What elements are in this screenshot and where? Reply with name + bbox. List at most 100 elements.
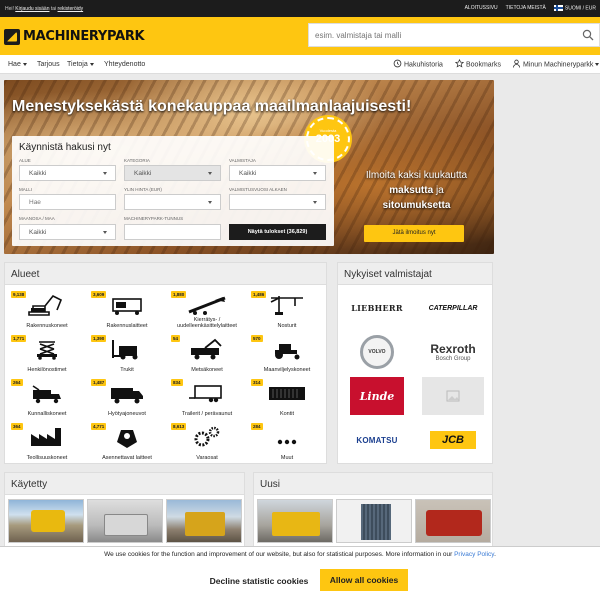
category-tractor[interactable]: 570 Maanviljelyskoneet [247,334,327,378]
category-label: Trukit [120,367,134,373]
or-text: tai [50,6,57,12]
allow-cookies-button[interactable]: Allow all cookies [320,569,408,591]
brand-komatsu[interactable]: KOMATSU [346,421,408,459]
new-listing-image[interactable] [415,499,491,543]
search-history-link[interactable]: Hakuhistoria [393,59,443,68]
brand-caterpillar-logo: CATERPILLAR [428,304,478,312]
account-menu[interactable]: Minun Machineryparkk [512,59,600,68]
category-truck[interactable]: 1,487 Hyötyajoneuvot [87,378,167,422]
post-ad-button[interactable]: Jätä ilmoitus nyt [364,225,464,242]
bookmarks-label: Bookmarks [466,61,502,69]
nav-offer[interactable]: Tarjous [37,61,60,68]
register-link[interactable]: rekisteröidy [58,6,84,12]
volvo-logo-icon: VOLVO [360,335,394,369]
cookie-text: We use cookies for the function and impr… [104,551,453,558]
new-listing-image[interactable] [336,499,412,543]
country-select[interactable]: Kaikki [19,224,116,240]
nav-contact[interactable]: Yhteydenotto [104,61,145,68]
new-listing-image[interactable] [257,499,333,543]
brand-liebherr-logo: LIEBHERR [351,303,403,313]
machinerypark-id-field[interactable] [124,224,221,240]
show-results-button[interactable]: Näytä tulokset (36,829) [229,224,326,240]
nav-info[interactable]: Tietoja [67,61,94,68]
max-price-select[interactable] [124,194,221,210]
brand-rexroth-logo: Rexroth [430,342,476,356]
brand-rexroth-sub: Bosch Group [435,356,471,362]
category-generator[interactable]: 3,609 Rakennuslaitteet [87,290,167,334]
search-icon[interactable] [582,29,594,41]
category-count-badge: 834 [171,379,183,386]
category-label: Hyötyajoneuvot [108,411,146,417]
manufacturer-select[interactable]: Kaikki [229,165,326,181]
home-link[interactable]: ALOITUSSIVU [465,5,498,11]
municipal-icon [32,385,61,404]
category-excavator[interactable]: 9,138 Rakennuskoneet [7,290,87,334]
decline-cookies-button[interactable]: Decline statistic cookies [200,570,318,592]
chevron-down-icon [89,62,94,66]
category-label: Kunnalliskoneet [27,411,67,417]
language-selector[interactable]: SUOMI / EUR [553,5,596,11]
used-listing-image[interactable] [87,499,163,543]
brand-caterpillar[interactable]: CATERPILLAR [422,289,484,327]
category-municipal[interactable]: 264 Kunnalliskoneet [7,378,87,422]
category-count-badge: 1,390 [91,335,107,342]
promo-line: Ilmoita kaksi kuukautta [365,170,468,181]
user-icon [512,59,521,68]
new-panel: Uusi [253,472,493,548]
about-link[interactable]: TIETOJA MEISTÄ [506,5,546,11]
promo-text: Ilmoita kaksi kuukautta maksutta ja sito… [344,168,489,213]
category-container[interactable]: 314 Kontit [247,378,327,422]
site-logo[interactable]: MACHINERYPARK [4,28,145,45]
chevron-down-icon [208,201,212,204]
chevron-down-icon [313,172,317,175]
nav-offer-label: Tarjous [37,61,60,68]
category-attachment[interactable]: 4,771 Asennettavat laitteet [87,422,167,466]
container-icon [269,387,305,400]
loader-icon [31,510,65,532]
used-listing-image[interactable] [166,499,242,543]
category-factory[interactable]: 364 Teollisuuskoneet [7,422,87,466]
category-gears[interactable]: 8,613 Varaosat [167,422,247,466]
category-scissor-lift[interactable]: 1,771 Henkilönostimet [7,334,87,378]
category-select[interactable]: Kaikki [124,165,221,181]
star-icon [455,59,464,68]
areas-title: Alueet [5,263,326,285]
category-forestry[interactable]: 54 Metsäkoneet [167,334,247,378]
brand-liebherr[interactable]: LIEBHERR [346,289,408,327]
bookmarks-link[interactable]: Bookmarks [455,59,502,69]
search-input[interactable] [315,28,575,43]
forklift-icon [112,340,138,360]
category-count-badge: 1,771 [11,335,27,342]
brand-rexroth[interactable]: Rexroth Bosch Group [422,333,484,371]
model-input[interactable] [29,199,109,206]
category-crane[interactable]: 1,486 Nosturit [247,290,327,334]
category-more[interactable]: 284 Muut [247,422,327,466]
nav-search[interactable]: Hae [8,61,27,68]
brand-jcb[interactable]: JCB [430,431,476,449]
used-title: Käytetty [5,473,244,495]
category-count-badge: 314 [251,379,263,386]
login-link[interactable]: Kirjaudu sisään [15,6,49,12]
logo-text: MACHINERYPARK [23,29,145,44]
area-select[interactable]: Kaikki [19,165,116,181]
top-bar: Hei! Kirjaudu sisään tai rekisteröidy AL… [0,0,600,17]
brand-linde[interactable]: Linde [350,377,404,415]
area-value: Kaikki [29,170,47,177]
forestry-icon [191,338,222,360]
cookie-message: We use cookies for the function and impr… [0,551,600,558]
machinerypark-id-label: MACHINERYPARK-TUNNUS [124,216,184,221]
category-forklift[interactable]: 1,390 Trukit [87,334,167,378]
trailer-icon [189,385,222,403]
category-trailer[interactable]: 834 Trailerit / perävaunut [167,378,247,422]
category-conveyor[interactable]: 1,880 Kierrätys- / uudelleenkäsittelylait… [167,290,247,334]
brand-placeholder[interactable] [422,377,484,415]
category-count-badge: 4,771 [91,423,107,430]
used-listing-image[interactable] [8,499,84,543]
privacy-policy-link[interactable]: Privacy Policy [454,551,494,558]
brand-volvo[interactable]: VOLVO [346,333,408,371]
chevron-down-icon [595,63,600,66]
year-from-select[interactable] [229,194,326,210]
chevron-down-icon [313,201,317,204]
search-form: Käynnistä hakusi nyt ALUE Kaikki KATEGOR… [12,136,334,246]
promo-and: ja [435,185,444,196]
